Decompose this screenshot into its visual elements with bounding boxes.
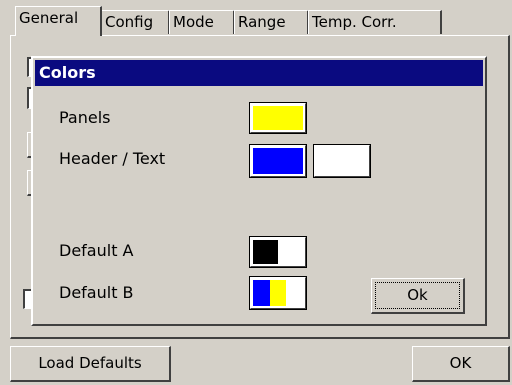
tab-mode[interactable]: Mode	[169, 10, 235, 34]
tab-config[interactable]: Config	[101, 10, 170, 34]
default-b-fill	[253, 280, 270, 306]
default-a-label: Default A	[59, 241, 134, 260]
default-b-fill	[269, 280, 287, 306]
default-a-fill	[253, 240, 278, 264]
colors-dialog: Colors Panels Header / Text Default A De…	[31, 56, 487, 326]
panels-color-swatch[interactable]	[249, 102, 307, 134]
default-a-fill	[278, 240, 303, 264]
dialog-ok-button[interactable]: Ok	[371, 278, 465, 314]
ok-label: OK	[449, 354, 472, 372]
ok-button[interactable]: OK	[412, 346, 510, 382]
panels-label: Panels	[59, 108, 111, 127]
panels-color-fill	[253, 106, 303, 130]
tab-range[interactable]: Range	[234, 10, 309, 34]
tab-temp-corr[interactable]: Temp. Corr.	[308, 10, 442, 34]
text-color-swatch[interactable]	[313, 144, 371, 178]
default-b-fill	[286, 280, 304, 306]
header-color-fill	[253, 148, 303, 174]
header-text-label: Header / Text	[59, 149, 166, 168]
default-b-swatch[interactable]	[249, 276, 307, 310]
tab-general[interactable]: General	[15, 6, 102, 36]
header-color-swatch[interactable]	[249, 144, 307, 178]
load-defaults-label: Load Defaults	[38, 354, 142, 372]
default-a-swatch[interactable]	[249, 236, 307, 268]
load-defaults-button[interactable]: Load Defaults	[10, 346, 171, 382]
default-b-label: Default B	[59, 283, 134, 302]
dialog-title: Colors	[35, 60, 483, 86]
text-color-fill	[317, 148, 367, 174]
focus-rectangle	[375, 282, 460, 309]
